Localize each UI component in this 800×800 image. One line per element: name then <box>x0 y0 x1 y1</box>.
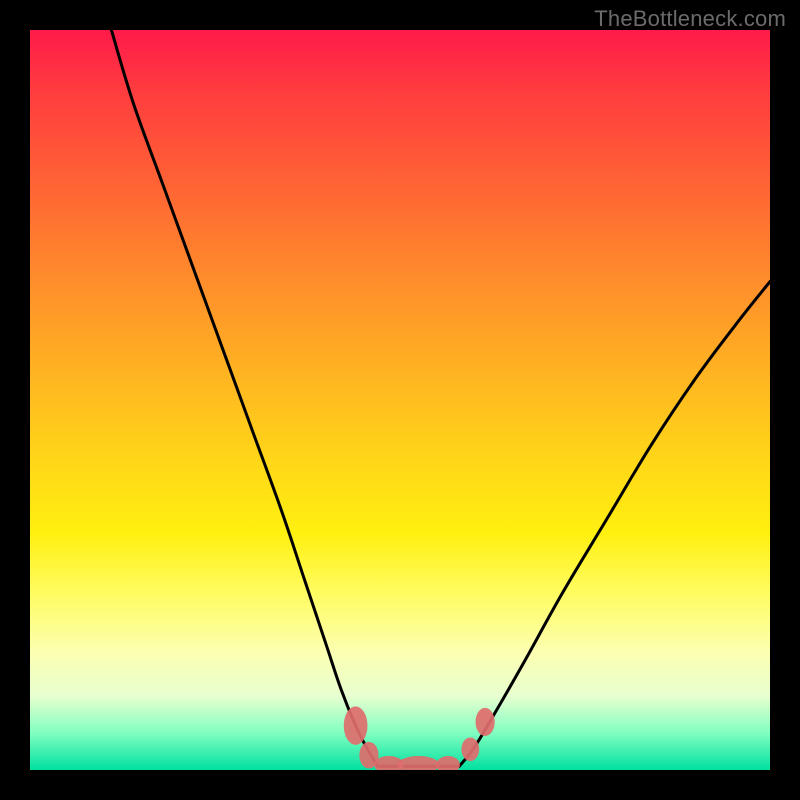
floor-blob-right <box>436 756 460 770</box>
right-branch-path <box>459 282 770 767</box>
watermark-text: TheBottleneck.com <box>594 6 786 32</box>
right-lower-blob <box>461 737 479 761</box>
chart-svg <box>30 30 770 770</box>
bottleneck-curve <box>111 30 770 766</box>
chart-frame: TheBottleneck.com <box>0 0 800 800</box>
right-upper-blob <box>475 708 494 736</box>
left-branch-path <box>111 30 377 766</box>
left-upper-blob <box>344 706 368 744</box>
floor-blob-center <box>398 756 439 770</box>
curve-markers <box>344 706 495 770</box>
